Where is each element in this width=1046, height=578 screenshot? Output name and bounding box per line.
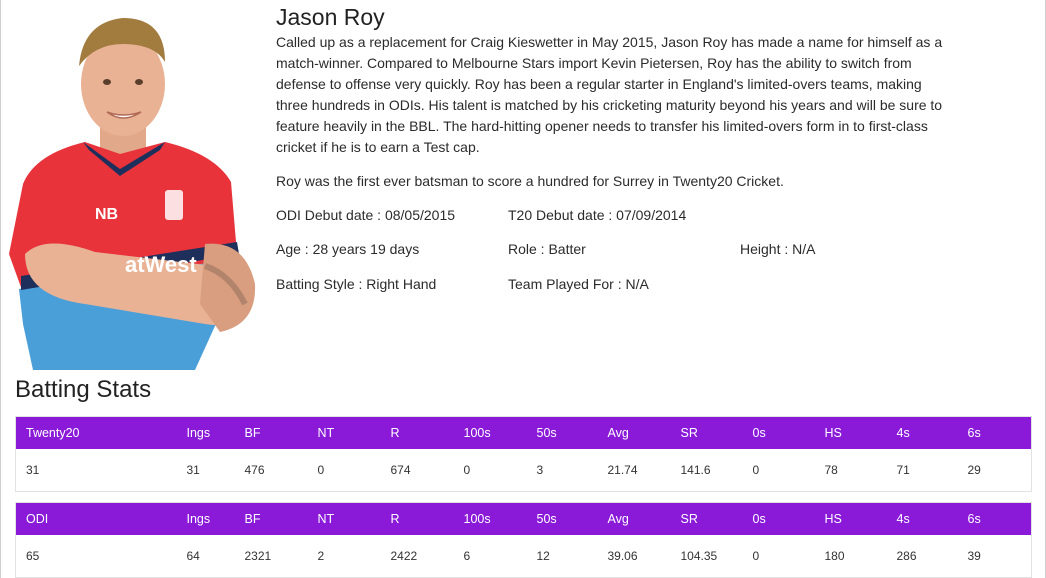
column-header-sr: SR — [670, 416, 743, 449]
column-header-bf: BF — [234, 502, 308, 535]
table-cell: 12 — [526, 535, 598, 578]
table-cell: 21.74 — [597, 449, 671, 492]
nb-logo: NB — [95, 206, 118, 223]
player-name: Jason Roy — [276, 4, 385, 30]
column-header-nt: NT — [307, 416, 381, 449]
format-header: Twenty20 — [15, 416, 177, 449]
column-header-100s: 100s — [453, 416, 527, 449]
table-cell: 3 — [526, 449, 598, 492]
table-cell: 39.06 — [597, 535, 671, 578]
team-played-for: Team Played For : N/A — [508, 276, 649, 292]
batting-style: Batting Style : Right Hand — [276, 276, 437, 292]
table-cell: 476 — [234, 449, 308, 492]
column-header-50s: 50s — [526, 502, 598, 535]
table-cell: 39 — [957, 535, 1032, 578]
table-cell: 2422 — [380, 535, 454, 578]
table-cell: 180 — [814, 535, 887, 578]
column-header-4s: 4s — [886, 416, 958, 449]
column-header-hs: HS — [814, 502, 887, 535]
odi-stats-table: ODI Ings BF NT R 100s 50s Avg SR 0s HS 4… — [15, 502, 1032, 578]
column-header-ings: Ings — [176, 502, 235, 535]
column-header-hs: HS — [814, 416, 887, 449]
table-cell: 31 — [176, 449, 235, 492]
table-cell: 64 — [176, 535, 235, 578]
column-header-r: R — [380, 416, 454, 449]
player-photo: atWest NB — [5, 4, 259, 370]
format-header: ODI — [15, 502, 177, 535]
table-cell: 6 — [453, 535, 527, 578]
t20-debut-date: T20 Debut date : 07/09/2014 — [508, 207, 687, 223]
england-crest — [165, 190, 183, 220]
player-bio: Called up as a replacement for Craig Kie… — [276, 34, 943, 155]
table-cell: 141.6 — [670, 449, 743, 492]
column-header-6s: 6s — [957, 502, 1032, 535]
table-cell: 31 — [15, 449, 177, 492]
column-header-avg: Avg — [597, 416, 671, 449]
table-cell: 0 — [307, 449, 381, 492]
table-cell: 65 — [15, 535, 177, 578]
table-cell: 104.35 — [670, 535, 743, 578]
table-cell: 674 — [380, 449, 454, 492]
table-row: 31 31 476 0 674 0 3 21.74 141.6 0 78 71 … — [15, 449, 1032, 492]
column-header-ings: Ings — [176, 416, 235, 449]
table-header-row: Twenty20 Ings BF NT R 100s 50s Avg SR 0s… — [15, 416, 1032, 449]
table-cell: 78 — [814, 449, 887, 492]
column-header-6s: 6s — [957, 416, 1032, 449]
column-header-100s: 100s — [453, 502, 527, 535]
table-cell: 2321 — [234, 535, 308, 578]
column-header-nt: NT — [307, 502, 381, 535]
table-cell: 2 — [307, 535, 381, 578]
table-cell: 0 — [742, 535, 815, 578]
twenty20-stats-table: Twenty20 Ings BF NT R 100s 50s Avg SR 0s… — [15, 416, 1032, 492]
column-header-r: R — [380, 502, 454, 535]
odi-debut-date: ODI Debut date : 08/05/2015 — [276, 207, 456, 223]
table-cell: 0 — [742, 449, 815, 492]
shirt-sponsor-text: atWest — [125, 252, 197, 277]
player-age: Age : 28 years 19 days — [276, 241, 420, 257]
batting-stats-title: Batting Stats — [15, 376, 152, 403]
table-cell: 71 — [886, 449, 958, 492]
column-header-bf: BF — [234, 416, 308, 449]
table-cell: 29 — [957, 449, 1032, 492]
column-header-0s: 0s — [742, 416, 815, 449]
player-role: Role : Batter — [508, 241, 586, 257]
column-header-50s: 50s — [526, 416, 598, 449]
table-cell: 286 — [886, 535, 958, 578]
column-header-avg: Avg — [597, 502, 671, 535]
table-header-row: ODI Ings BF NT R 100s 50s Avg SR 0s HS 4… — [15, 502, 1032, 535]
column-header-sr: SR — [670, 502, 743, 535]
column-header-4s: 4s — [886, 502, 958, 535]
player-bio-note: Roy was the first ever batsman to score … — [276, 173, 784, 189]
table-cell: 0 — [453, 449, 527, 492]
column-header-0s: 0s — [742, 502, 815, 535]
table-row: 65 64 2321 2 2422 6 12 39.06 104.35 0 18… — [15, 535, 1032, 578]
player-height: Height : N/A — [740, 241, 816, 257]
